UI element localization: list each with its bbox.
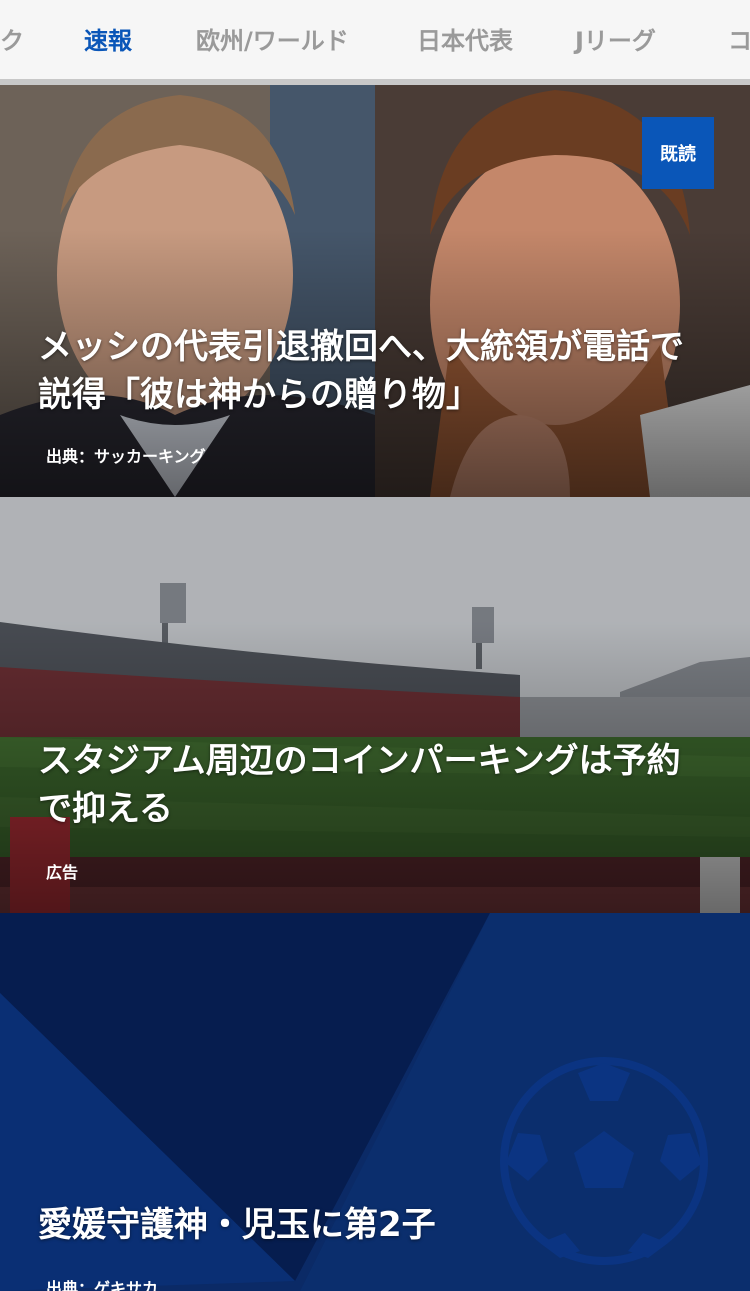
tab-partial-right[interactable]: コ (728, 0, 750, 79)
image-gradient-overlay (0, 85, 750, 497)
article-title[interactable]: 愛媛守護神・児玉に第2子 (38, 1201, 700, 1249)
article-card[interactable]: 愛媛守護神・児玉に第2子 出典：ゲキサカ (0, 913, 750, 1291)
article-source: 出典：ゲキサカ (46, 1279, 159, 1291)
article-source: 出典：サッカーキング (46, 447, 206, 466)
ad-label: 広告 (46, 863, 79, 882)
ad-title[interactable]: スタジアム周辺のコインパーキングは予約で抑える (38, 737, 700, 833)
tab-breaking-news[interactable]: 速報 (84, 0, 132, 79)
image-gradient-overlay (0, 497, 750, 913)
article-title[interactable]: メッシの代表引退撤回へ、大統領が電話で説得「彼は神からの贈り物」 (38, 323, 700, 419)
tab-japan-national-team[interactable]: 日本代表 (417, 0, 513, 79)
active-tab-indicator (52, 79, 164, 85)
read-badge: 既読 (642, 117, 714, 189)
category-tab-bar: ク 速報 欧州/ワールド 日本代表 Jリーグ コ (0, 0, 750, 85)
tab-j-league[interactable]: Jリーグ (575, 0, 656, 79)
tab-europe-world[interactable]: 欧州/ワールド (196, 0, 349, 79)
article-card[interactable]: 既読 メッシの代表引退撤回へ、大統領が電話で説得「彼は神からの贈り物」 出典：サ… (0, 85, 750, 497)
tab-partial-left[interactable]: ク (0, 0, 24, 79)
ad-card[interactable]: スタジアム周辺のコインパーキングは予約で抑える 広告 (0, 497, 750, 913)
